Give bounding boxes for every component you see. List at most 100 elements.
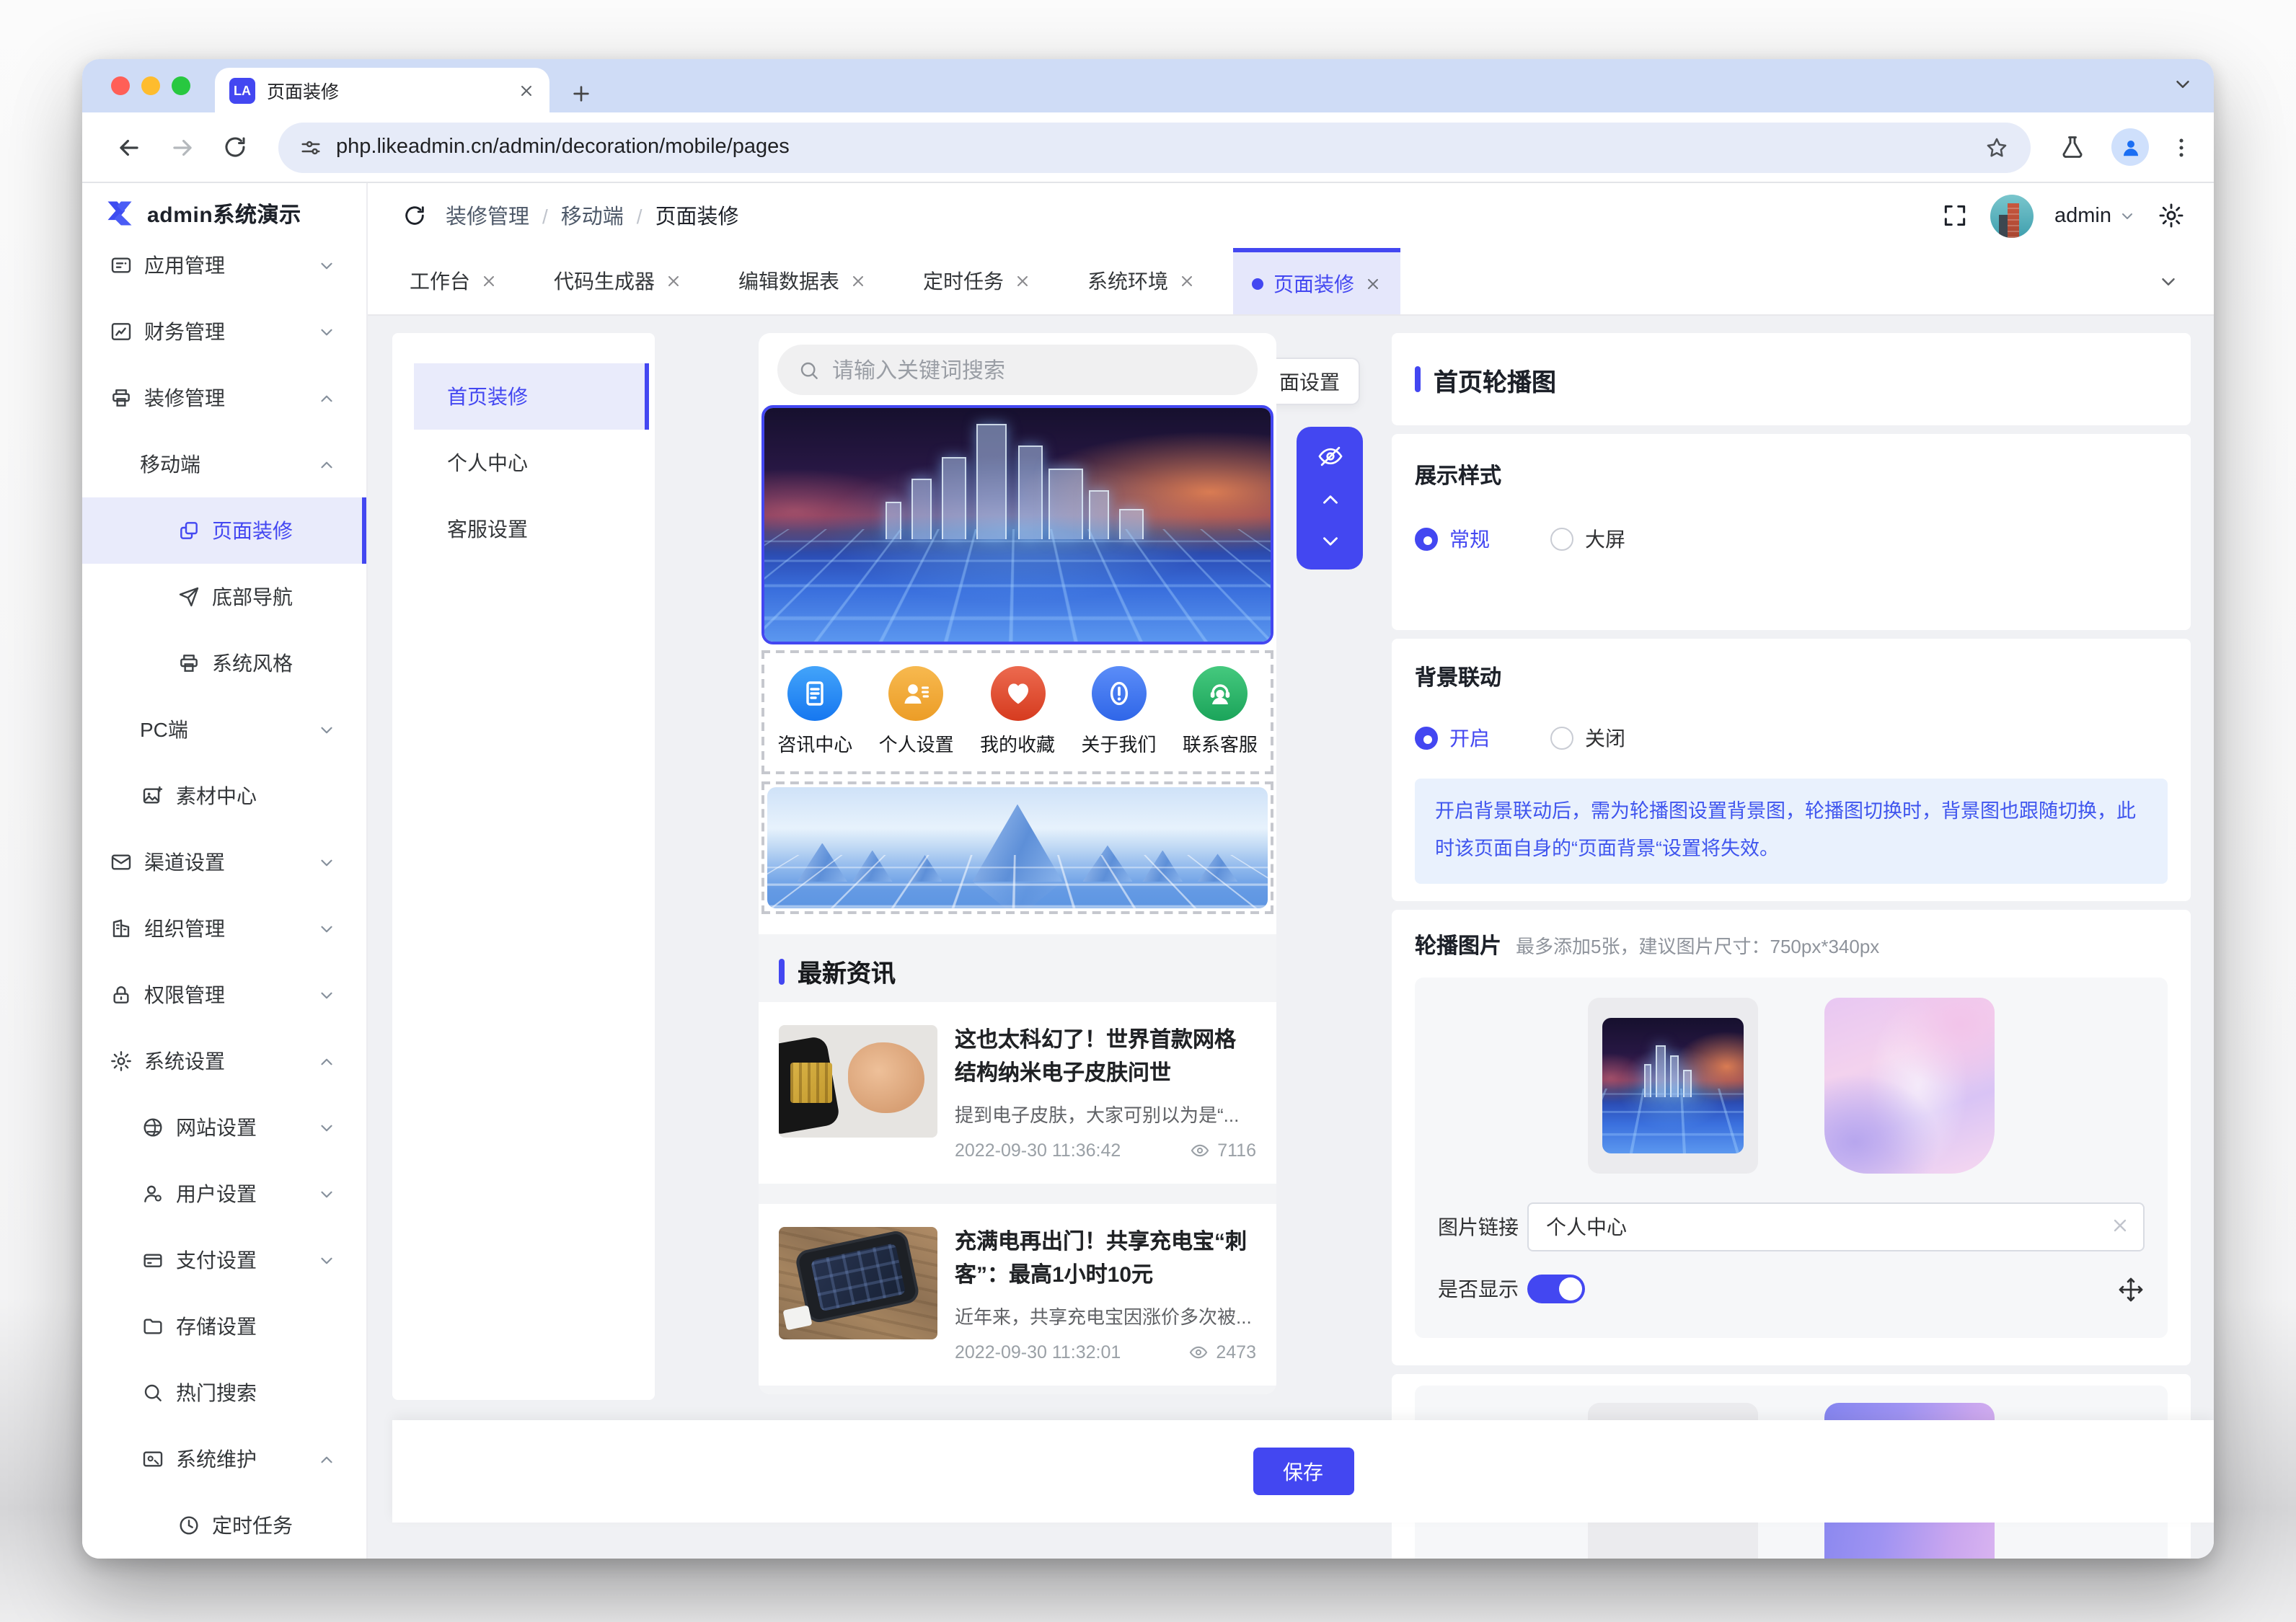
carousel-image-thumb[interactable]	[1588, 998, 1758, 1174]
browser-tab[interactable]: LA 页面装修	[215, 68, 549, 112]
tab-code-generator[interactable]: 代码生成器	[535, 248, 701, 314]
news-item[interactable]: 这也太科幻了！世界首款网格结构纳米电子皮肤问世 提到电子皮肤，大家可别以为是“.…	[759, 1002, 1276, 1184]
sidebar-item-mobile[interactable]: 移动端	[82, 431, 366, 497]
sidebar-item-user-settings[interactable]: 用户设置	[82, 1161, 366, 1227]
tab-cron-task[interactable]: 定时任务	[904, 248, 1050, 314]
nav-item-favorites[interactable]: 我的收藏	[967, 653, 1068, 771]
forward-button[interactable]	[169, 133, 196, 161]
nav-item-about[interactable]: 关于我们	[1068, 653, 1169, 771]
news-date: 2022-09-30 11:32:01	[955, 1342, 1121, 1362]
new-tab-button[interactable]	[570, 82, 593, 105]
inspector-header-card: 首页轮播图	[1392, 333, 2191, 425]
sidebar-item-cron-task[interactable]: 定时任务	[82, 1492, 366, 1559]
chevron-down-icon	[317, 853, 336, 872]
tab-close-icon[interactable]	[1364, 275, 1382, 292]
page-item-profile[interactable]: 个人中心	[414, 430, 649, 496]
sidebar-item-permission[interactable]: 权限管理	[82, 962, 366, 1028]
carousel-banner-selected[interactable]	[761, 405, 1273, 644]
sidebar-item-decoration[interactable]: 装修管理	[82, 365, 366, 431]
tab-close-icon[interactable]	[1178, 272, 1196, 290]
tab-system-env[interactable]: 系统环境	[1069, 248, 1214, 314]
chevron-down-icon	[317, 1118, 336, 1137]
secondary-banner-section[interactable]	[761, 781, 1273, 914]
radio-on[interactable]: 开启	[1415, 724, 1490, 753]
page-item-service[interactable]: 客服设置	[414, 496, 649, 562]
page-item-home[interactable]: 首页装修	[414, 363, 649, 430]
tab-close-icon[interactable]	[849, 272, 867, 290]
tab-close-icon[interactable]	[1014, 272, 1031, 290]
sidebar-item-material-center[interactable]: 素材中心	[82, 763, 366, 829]
tab-edit-table[interactable]: 编辑数据表	[720, 248, 886, 314]
zoom-window-button[interactable]	[172, 76, 190, 95]
sidebar-item-payment-settings[interactable]: 支付设置	[82, 1227, 366, 1293]
icon-nav-section[interactable]: 咨讯中心 个人设置 我的收藏	[761, 650, 1273, 774]
search-icon	[798, 358, 821, 381]
site-settings-icon[interactable]	[300, 136, 322, 158]
save-button[interactable]: 保存	[1253, 1448, 1354, 1495]
carousel-background-thumb[interactable]	[1824, 998, 1995, 1174]
browser-menu-icon[interactable]	[2169, 135, 2194, 159]
nav-item-contact-service[interactable]: 联系客服	[1170, 653, 1271, 771]
breadcrumb-item[interactable]: 装修管理	[446, 200, 529, 231]
inspector-title: 首页轮播图	[1434, 361, 1556, 397]
tab-close-icon[interactable]	[665, 272, 682, 290]
bookmark-star-icon[interactable]	[1984, 135, 2009, 159]
tab-close-icon[interactable]	[480, 272, 498, 290]
reload-button[interactable]	[222, 134, 248, 160]
news-item[interactable]: 充满电再出门！共享充电宝“刺客”：最高1小时10元 近年来，共享充电宝因涨价多次…	[759, 1204, 1276, 1386]
sidebar-item-system-style[interactable]: 系统风格	[82, 630, 366, 696]
sidebar-item-website-settings[interactable]: 网站设置	[82, 1094, 366, 1161]
radio-large-screen[interactable]: 大屏	[1550, 525, 1625, 554]
sidebar-item-organization[interactable]: 组织管理	[82, 895, 366, 962]
admin-app: admin系统演示 应用管理 财务管理 装修管理 移动端 页面装修 底部导航 系…	[82, 183, 2214, 1559]
nav-item-news[interactable]: 咨讯中心	[764, 653, 865, 771]
image-link-input[interactable]	[1527, 1202, 2145, 1251]
tab-close-icon[interactable]	[518, 81, 535, 99]
sidebar-item-hot-search[interactable]: 热门搜索	[82, 1360, 366, 1426]
user-icon	[141, 1182, 164, 1205]
experiments-flask-icon[interactable]	[2059, 134, 2085, 160]
user-menu[interactable]: admin	[2054, 204, 2136, 227]
avatar[interactable]	[1990, 194, 2033, 237]
tab-search-chevron-icon[interactable]	[2172, 74, 2194, 95]
move-down-icon[interactable]	[1317, 529, 1342, 554]
sidebar-item-system-maintenance[interactable]: 系统维护	[82, 1426, 366, 1492]
sidebar-item-app-mgmt[interactable]: 应用管理	[82, 232, 366, 298]
refresh-icon[interactable]	[402, 203, 427, 228]
background-link-label: 背景联动	[1415, 662, 2168, 692]
tabs-overflow-chevron-icon[interactable]	[2158, 270, 2179, 292]
sidebar-item-label: 应用管理	[144, 251, 225, 280]
sidebar-item-storage-settings[interactable]: 存储设置	[82, 1293, 366, 1360]
tab-workbench[interactable]: 工作台	[391, 248, 516, 314]
radio-normal[interactable]: 常规	[1415, 525, 1490, 554]
hide-component-icon[interactable]	[1316, 443, 1343, 470]
breadcrumb-item[interactable]: 移动端	[561, 200, 624, 231]
sidebar-item-label: 热门搜索	[176, 1378, 257, 1407]
drag-move-icon[interactable]	[2117, 1275, 2145, 1303]
page-header: 装修管理 / 移动端 / 页面装修 admin	[368, 183, 2214, 248]
sidebar-item-pc[interactable]: PC端	[82, 696, 366, 763]
sidebar-item-system-settings[interactable]: 系统设置	[82, 1028, 366, 1094]
sidebar-item-finance[interactable]: 财务管理	[82, 298, 366, 365]
nav-item-profile-settings[interactable]: 个人设置	[865, 653, 966, 771]
close-window-button[interactable]	[111, 76, 130, 95]
move-up-icon[interactable]	[1317, 487, 1342, 512]
tab-page-decoration[interactable]: 页面装修	[1233, 248, 1400, 314]
fullscreen-icon[interactable]	[1940, 202, 1968, 229]
settings-gear-icon[interactable]	[2158, 202, 2185, 229]
show-toggle[interactable]	[1527, 1275, 1585, 1303]
sidebar-item-page-decoration[interactable]: 页面装修	[82, 497, 366, 564]
background-link-card: 背景联动 开启 关闭 开启背景联动后，需为轮播图设置背景图，轮播图切换时，背景图…	[1392, 639, 2191, 901]
back-button[interactable]	[115, 133, 143, 161]
phone-search-bar[interactable]: 请输入关键词搜索	[777, 345, 1258, 395]
address-bar[interactable]: php.likeadmin.cn/admin/decoration/mobile…	[278, 122, 2031, 172]
sidebar-item-label: 系统维护	[176, 1445, 257, 1473]
radio-off[interactable]: 关闭	[1550, 724, 1625, 753]
browser-profile-avatar[interactable]	[2111, 128, 2149, 166]
minimize-window-button[interactable]	[141, 76, 160, 95]
clear-input-icon[interactable]	[2110, 1215, 2130, 1236]
sidebar-item-bottom-nav[interactable]: 底部导航	[82, 564, 366, 630]
sidebar-item-channel[interactable]: 渠道设置	[82, 829, 366, 895]
image-link-label: 图片链接	[1438, 1213, 1527, 1241]
image-link-field	[1527, 1202, 2145, 1251]
